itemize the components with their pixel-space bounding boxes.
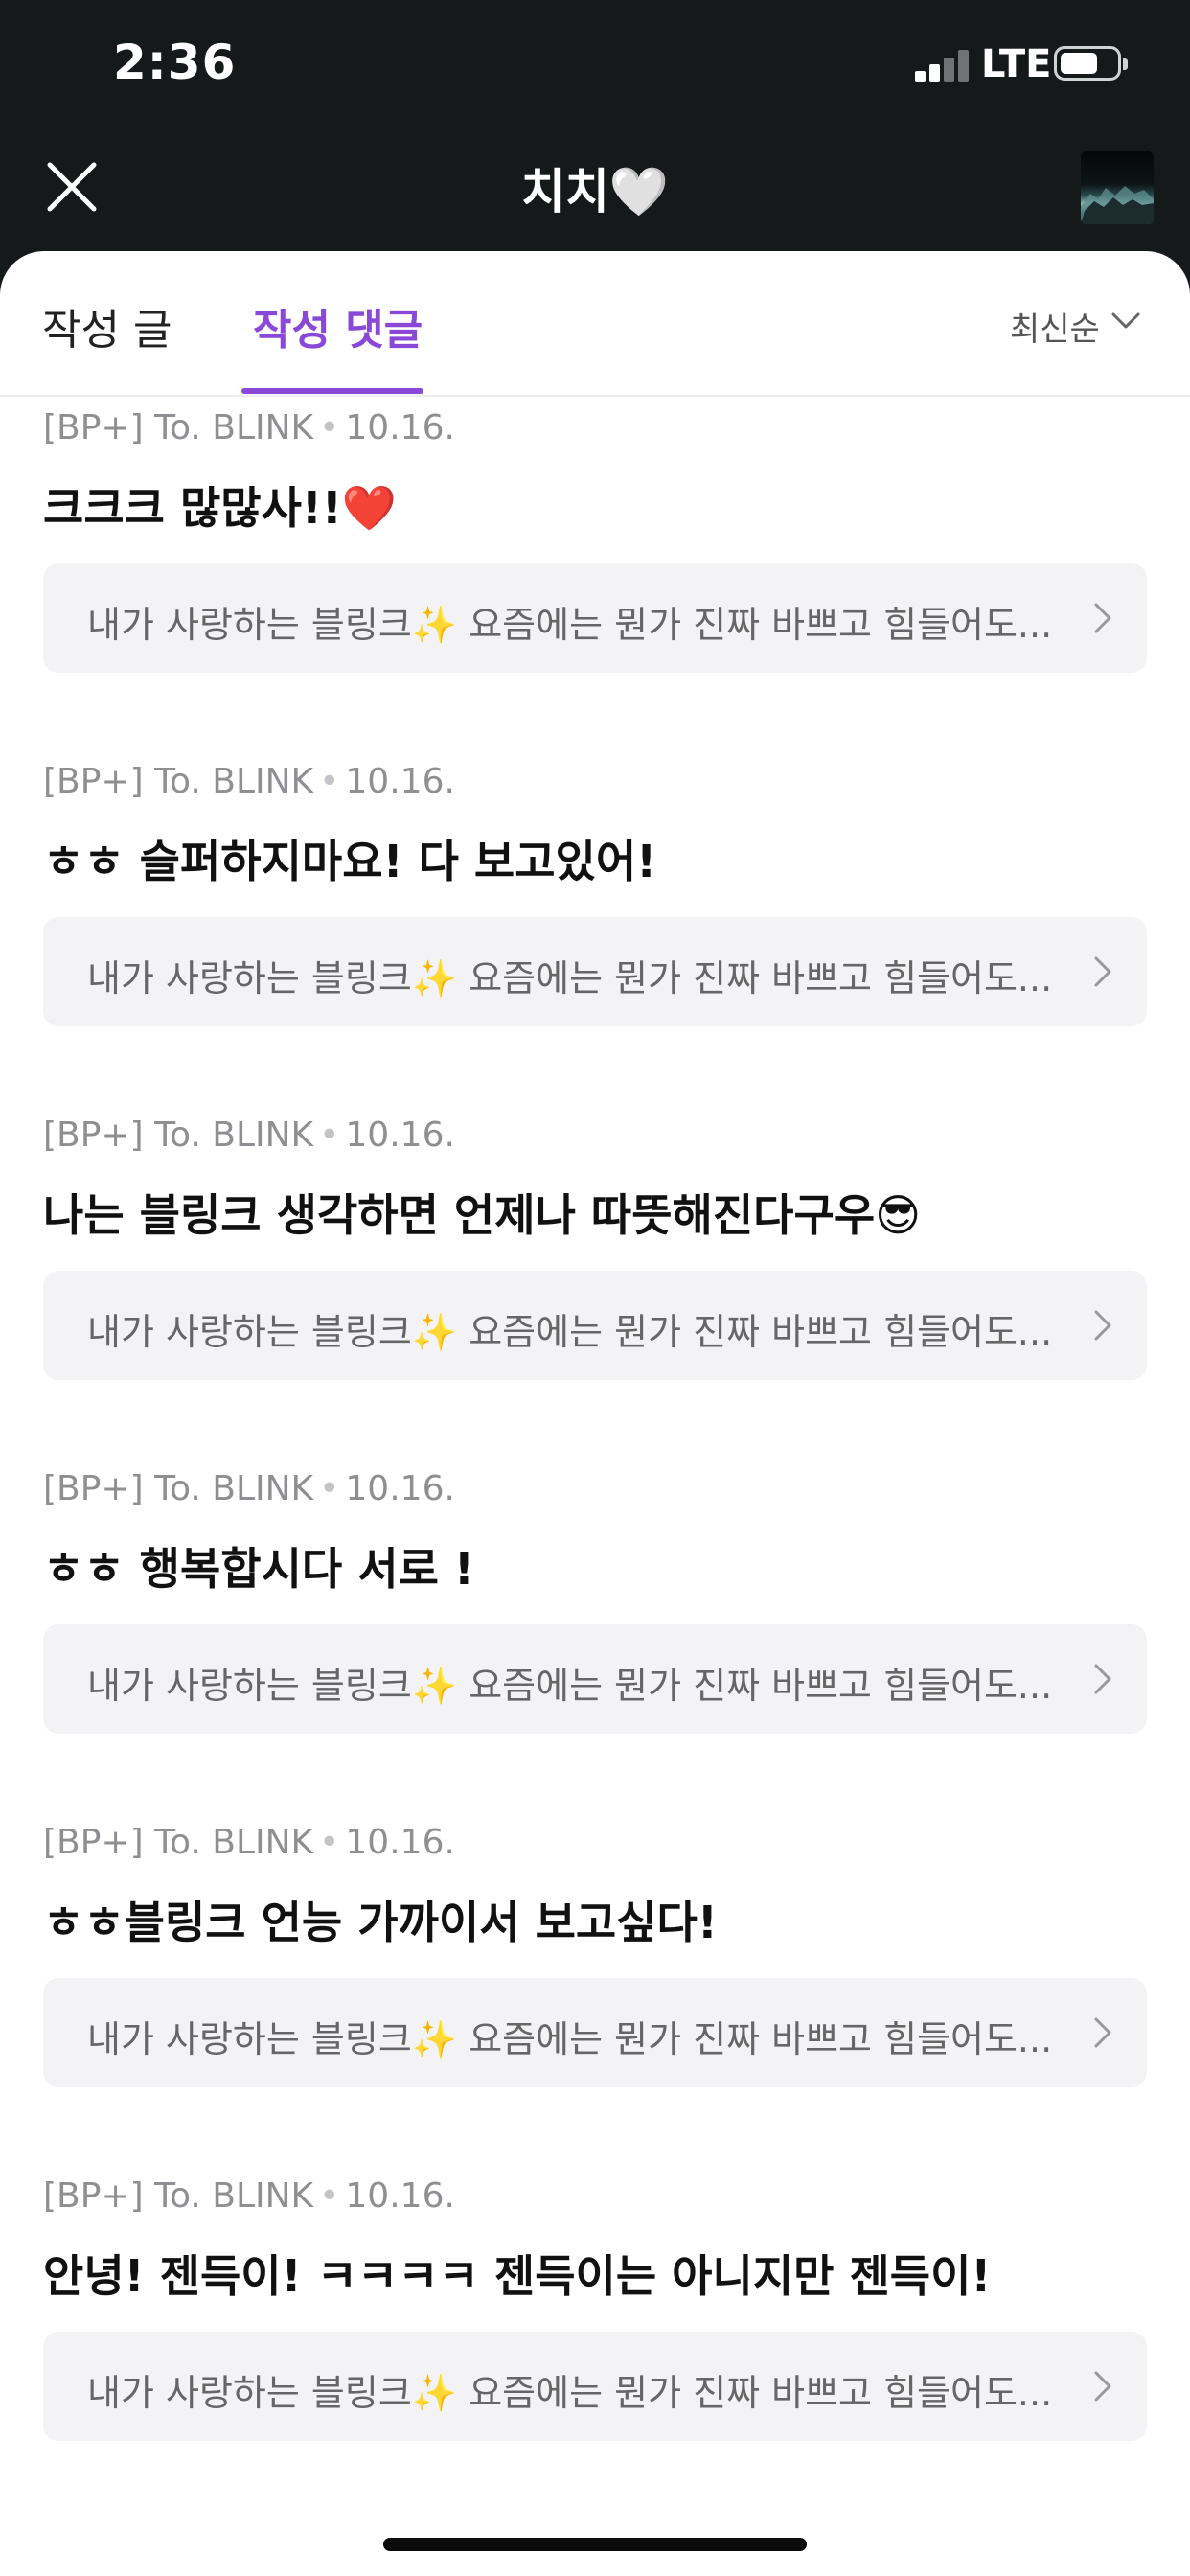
post-preview-text: 내가 사랑하는 블링크✨ 요즘에는 뭔가 진짜 바쁘고 힘들어도... [87, 1665, 1053, 1707]
tab-posts[interactable]: 작성 글 [42, 295, 172, 356]
page-title: 치치🤍 [520, 164, 670, 219]
comment-text: ㅎㅎ 행복합시다 서로 ! [43, 1543, 474, 1595]
comment-text: 안녕! 젠득이! ㅋㅋㅋㅋ 젠득이는 아니지만 젠득이! [43, 2250, 992, 2302]
comment-meta: [BP+] To. BLINK • 10.16. [43, 408, 455, 448]
post-source: [BP+] To. BLINK [43, 1116, 314, 1155]
active-tab-indicator [241, 388, 423, 394]
comment-text: 나는 블링크 생각하면 언제나 따뜻해진다구우😎 [43, 1189, 922, 1241]
list-item: [BP+] To. BLINK • 10.16. ㅎㅎ블링크 언능 가까이서 보고싶… [0, 1811, 1190, 2165]
comment-meta: [BP+] To. BLINK • 10.16. [43, 1469, 455, 1508]
network-type: LTE [981, 42, 1052, 86]
list-item: [BP+] To. BLINK • 10.16. 나는 블링크 생각하면 언제나 따… [0, 1104, 1190, 1458]
comment-date: 10.16. [345, 1116, 455, 1155]
post-preview-card[interactable]: 내가 사랑하는 블링크✨ 요즘에는 뭔가 진짜 바쁘고 힘들어도... [43, 917, 1147, 1026]
chevron-right-icon [1094, 2017, 1111, 2048]
comment-text: ㅎㅎ 슬퍼하지마요! 다 보고있어! [43, 836, 657, 887]
post-preview-text: 내가 사랑하는 블링크✨ 요즘에는 뭔가 진짜 바쁘고 힘들어도... [87, 1311, 1053, 1353]
comment-meta: [BP+] To. BLINK • 10.16. [43, 1116, 455, 1155]
list-item: [BP+] To. BLINK • 10.16. 안녕! 젠득이! ㅋㅋㅋㅋ 젠득이… [0, 2165, 1190, 2518]
comment-meta: [BP+] To. BLINK • 10.16. [43, 762, 455, 801]
post-source: [BP+] To. BLINK [43, 1469, 314, 1508]
post-preview-text: 내가 사랑하는 블링크✨ 요즘에는 뭔가 진짜 바쁘고 힘들어도... [87, 957, 1053, 1000]
post-preview-text: 내가 사랑하는 블링크✨ 요즘에는 뭔가 진짜 바쁘고 힘들어도... [87, 2372, 1053, 2414]
post-preview-card[interactable]: 내가 사랑하는 블링크✨ 요즘에는 뭔가 진짜 바쁘고 힘들어도... [43, 2332, 1147, 2441]
post-source: [BP+] To. BLINK [43, 408, 314, 448]
comment-date: 10.16. [345, 408, 455, 448]
post-source: [BP+] To. BLINK [43, 1823, 314, 1862]
home-indicator[interactable] [383, 2538, 807, 2551]
list-item: [BP+] To. BLINK • 10.16. ㅎㅎ 슬퍼하지마요! 다 보고있어… [0, 750, 1190, 1104]
post-preview-card[interactable]: 내가 사랑하는 블링크✨ 요즘에는 뭔가 진짜 바쁘고 힘들어도... [43, 1271, 1147, 1380]
status-bar: 2:36 LTE [0, 0, 1190, 134]
comment-text: 크크크 많많사!!❤️ [43, 482, 398, 534]
post-preview-text: 내가 사랑하는 블링크✨ 요즘에는 뭔가 진짜 바쁘고 힘들어도... [87, 604, 1053, 646]
chevron-right-icon [1094, 2371, 1111, 2402]
chevron-right-icon [1094, 603, 1111, 633]
comment-date: 10.16. [345, 762, 455, 801]
list-item: [BP+] To. BLINK • 10.16. ㅎㅎ 행복합시다 서로 ! 내가 … [0, 1458, 1190, 1811]
post-preview-card[interactable]: 내가 사랑하는 블링크✨ 요즘에는 뭔가 진짜 바쁘고 힘들어도... [43, 564, 1147, 673]
comment-meta: [BP+] To. BLINK • 10.16. [43, 2176, 455, 2216]
post-preview-card[interactable]: 내가 사랑하는 블링크✨ 요즘에는 뭔가 진짜 바쁘고 힘들어도... [43, 1624, 1147, 1734]
chevron-down-icon[interactable] [1111, 310, 1140, 332]
sort-dropdown[interactable]: 최신순 [1010, 303, 1100, 350]
status-time: 2:36 [113, 34, 237, 90]
post-source: [BP+] To. BLINK [43, 2176, 314, 2216]
comment-meta: [BP+] To. BLINK • 10.16. [43, 1823, 455, 1862]
avatar-image [1081, 186, 1154, 224]
chevron-right-icon [1094, 1310, 1111, 1341]
list-item: [BP+] To. BLINK • 10.16. 크크크 많많사!!❤️ 내가 사랑… [0, 397, 1190, 750]
comment-date: 10.16. [345, 2176, 455, 2216]
avatar[interactable] [1081, 151, 1154, 224]
comments-sheet: 작성 글 작성 댓글 최신순 [BP+] To. BLINK • 10.16. 크크… [0, 251, 1190, 2576]
chevron-right-icon [1094, 1664, 1111, 1694]
comment-text: ㅎㅎ블링크 언능 가까이서 보고싶다! [43, 1897, 718, 1948]
post-preview-text: 내가 사랑하는 블링크✨ 요즘에는 뭔가 진짜 바쁘고 힘들어도... [87, 2018, 1053, 2060]
comment-date: 10.16. [345, 1469, 455, 1508]
comment-date: 10.16. [345, 1823, 455, 1862]
battery-icon [1054, 46, 1128, 80]
comment-list: [BP+] To. BLINK • 10.16. 크크크 많많사!!❤️ 내가 사랑… [0, 397, 1190, 2518]
tab-bar: 작성 글 작성 댓글 최신순 [0, 251, 1190, 397]
post-source: [BP+] To. BLINK [43, 762, 314, 801]
cellular-signal-icon [915, 50, 969, 82]
post-preview-card[interactable]: 내가 사랑하는 블링크✨ 요즘에는 뭔가 진짜 바쁘고 힘들어도... [43, 1978, 1147, 2087]
chevron-right-icon [1094, 956, 1111, 987]
tab-comments[interactable]: 작성 댓글 [253, 295, 423, 356]
